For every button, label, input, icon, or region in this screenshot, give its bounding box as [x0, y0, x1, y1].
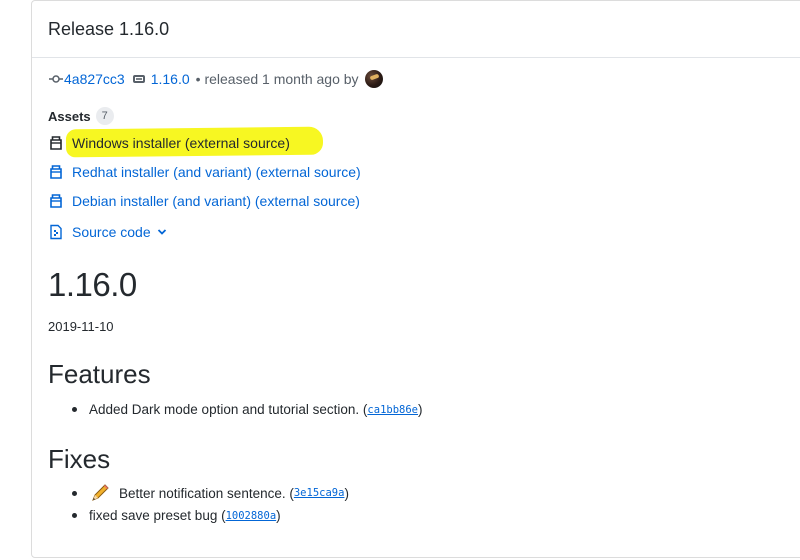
asset-link-debian[interactable]: Debian installer (and variant) (external… [72, 193, 360, 209]
bullet [72, 490, 77, 496]
author-avatar[interactable] [364, 70, 383, 88]
release-version-heading: 1.16.0 [48, 266, 137, 303]
tag-icon [132, 75, 145, 83]
release-meta: 4a827cc3 1.16.0 • released 1 month ago b… [48, 69, 383, 89]
release-header: Release 1.16.0 [32, 1, 800, 58]
assets-count-badge: 7 [95, 107, 114, 125]
release-card: Release 1.16.0 4a827cc3 1.16.0 • release… [31, 0, 800, 558]
assets-heading-label: Assets [48, 108, 91, 124]
chevron-down-icon[interactable] [157, 227, 167, 237]
pencil-icon [92, 484, 109, 501]
commit-icon [49, 75, 63, 83]
paren-close: ) [344, 485, 349, 501]
fixes-heading: Fixes [48, 444, 111, 474]
asset-item-windows[interactable]: Windows installer (external source) [48, 135, 290, 151]
release-date: 2019-11-10 [48, 319, 114, 334]
asset-item-source-code[interactable]: Source code [48, 224, 167, 240]
list-item: Better notification sentence. (3e15ca9a) [72, 482, 349, 504]
file-zip-icon [50, 224, 62, 240]
commit-link[interactable]: 4a827cc3 [64, 71, 125, 87]
bullet [72, 407, 77, 412]
commit-sha-link[interactable]: 1002880a [226, 510, 277, 522]
asset-link-redhat[interactable]: Redhat installer (and variant) (external… [72, 164, 361, 180]
features-heading: Features [48, 359, 151, 389]
list-item: fixed save preset bug (1002880a) [72, 508, 281, 523]
package-icon [50, 165, 62, 179]
commit-sha-link[interactable]: ca1bb86e [367, 404, 418, 416]
paren-close: ) [276, 508, 281, 523]
feature-text: Added Dark mode option and tutorial sect… [89, 402, 368, 417]
fix-text: Better notification sentence. ( [119, 485, 294, 501]
asset-item-redhat[interactable]: Redhat installer (and variant) (external… [48, 164, 361, 180]
asset-link-windows[interactable]: Windows installer (external source) [72, 135, 290, 151]
released-text: • released 1 month ago by [195, 71, 359, 87]
release-title: Release 1.16.0 [48, 19, 170, 39]
bullet [72, 513, 77, 518]
paren-close: ) [418, 402, 423, 417]
package-icon [50, 136, 62, 150]
source-code-link[interactable]: Source code [72, 224, 151, 240]
list-item: Added Dark mode option and tutorial sect… [72, 402, 423, 417]
fix-text: fixed save preset bug ( [89, 508, 226, 523]
assets-heading[interactable]: Assets 7 [48, 107, 114, 125]
tag-link[interactable]: 1.16.0 [151, 71, 190, 87]
package-icon [50, 194, 62, 208]
commit-sha-link[interactable]: 3e15ca9a [294, 487, 345, 499]
asset-item-debian[interactable]: Debian installer (and variant) (external… [48, 193, 360, 209]
